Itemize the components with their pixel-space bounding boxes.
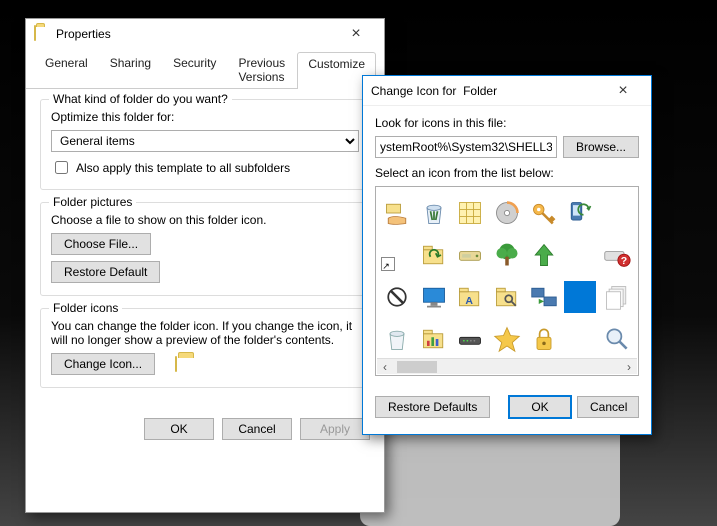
close-icon[interactable]: ×	[603, 82, 643, 100]
group-folder-pictures: Folder pictures Choose a file to show on…	[40, 202, 370, 296]
properties-button-row: OK Cancel Apply	[26, 410, 384, 448]
choose-file-button[interactable]: Choose File...	[51, 233, 151, 255]
legend-kind: What kind of folder do you want?	[49, 92, 232, 106]
icon-list[interactable]: ? A ‹ ›	[375, 186, 639, 376]
change-icon-button[interactable]: Change Icon...	[51, 353, 155, 375]
magnifier-icon[interactable]	[601, 323, 633, 355]
svg-text:A: A	[466, 295, 474, 307]
browse-button[interactable]: Browse...	[563, 136, 639, 158]
cancel-button[interactable]: Cancel	[222, 418, 292, 440]
restore-defaults-button[interactable]: Restore Defaults	[375, 396, 490, 418]
lock-icon[interactable]	[528, 323, 560, 355]
tab-sharing[interactable]: Sharing	[99, 51, 162, 88]
drive-help-icon[interactable]: ?	[601, 239, 633, 271]
group-folder-kind: What kind of folder do you want? Optimiz…	[40, 99, 370, 190]
folder-sync-icon[interactable]	[418, 239, 450, 271]
scroll-thumb[interactable]	[397, 361, 437, 373]
scroll-left-icon[interactable]: ‹	[377, 359, 393, 375]
change-icon-titlebar[interactable]: Change Icon for Folder ×	[363, 76, 651, 106]
tab-general[interactable]: General	[34, 51, 99, 88]
folder-icon	[34, 26, 50, 42]
optimize-label: Optimize this folder for:	[51, 110, 359, 124]
restore-default-button[interactable]: Restore Default	[51, 261, 160, 283]
properties-titlebar[interactable]: Properties ×	[26, 19, 384, 49]
selected-blue-icon[interactable]	[564, 281, 596, 313]
star-favorite-icon[interactable]	[491, 323, 523, 355]
display-blue-icon[interactable]	[418, 281, 450, 313]
recycle-empty-icon[interactable]	[381, 323, 413, 355]
properties-title: Properties	[56, 27, 336, 41]
tab-previous-versions[interactable]: Previous Versions	[227, 51, 297, 88]
also-apply-label: Also apply this template to all subfolde…	[76, 161, 290, 175]
current-folder-icon	[175, 357, 177, 371]
blank-icon[interactable]	[564, 323, 596, 355]
optimize-select[interactable]: General items	[51, 130, 359, 152]
network-device-icon[interactable]	[454, 323, 486, 355]
also-apply-checkbox[interactable]: Also apply this template to all subfolde…	[51, 158, 359, 177]
change-icon-title: Change Icon for Folder	[371, 84, 603, 98]
also-apply-input[interactable]	[55, 161, 68, 174]
tree-icon[interactable]	[491, 239, 523, 271]
svg-text:?: ?	[620, 255, 626, 267]
shortcut-overlay-icon[interactable]	[381, 239, 413, 271]
icon-path-input[interactable]	[375, 136, 557, 158]
disc-media-icon[interactable]	[491, 197, 523, 229]
chart-folder-icon[interactable]	[418, 323, 450, 355]
key-icon[interactable]	[528, 197, 560, 229]
legend-icons: Folder icons	[49, 301, 122, 315]
documents-stack-icon[interactable]	[601, 281, 633, 313]
dialog-ok-button[interactable]: OK	[509, 396, 571, 418]
icon-scrollbar[interactable]: ‹ ›	[377, 358, 637, 374]
drive-icon[interactable]	[454, 239, 486, 271]
change-icon-button-row: Restore Defaults OK Cancel	[363, 386, 651, 428]
grid-view-icon[interactable]	[454, 197, 486, 229]
look-for-label: Look for icons in this file:	[375, 116, 639, 130]
folder-search-icon[interactable]	[491, 281, 523, 313]
change-icon-body: Look for icons in this file: Browse... S…	[363, 106, 651, 386]
tab-security[interactable]: Security	[162, 51, 227, 88]
font-folder-icon[interactable]: A	[454, 281, 486, 313]
ok-button[interactable]: OK	[144, 418, 214, 440]
pictures-desc: Choose a file to show on this folder ico…	[51, 213, 359, 227]
legend-pictures: Folder pictures	[49, 195, 136, 209]
blank-icon[interactable]	[564, 239, 596, 271]
apply-button[interactable]: Apply	[300, 418, 370, 440]
recycle-bin-icon[interactable]	[418, 197, 450, 229]
group-folder-icons: Folder icons You can change the folder i…	[40, 308, 370, 388]
select-icon-label: Select an icon from the list below:	[375, 166, 639, 180]
hand-share-icon[interactable]	[381, 197, 413, 229]
dialog-cancel-button[interactable]: Cancel	[577, 396, 639, 418]
properties-window: Properties × General Sharing Security Pr…	[25, 18, 385, 513]
icons-desc: You can change the folder icon. If you c…	[51, 319, 359, 347]
blank-icon[interactable]	[601, 197, 633, 229]
stop-badge-icon[interactable]	[381, 281, 413, 313]
scroll-right-icon[interactable]: ›	[621, 359, 637, 375]
computer-transfer-icon[interactable]	[528, 281, 560, 313]
mobile-sync-icon[interactable]	[564, 197, 596, 229]
up-arrow-icon[interactable]	[528, 239, 560, 271]
change-icon-dialog: Change Icon for Folder × Look for icons …	[362, 75, 652, 435]
close-icon[interactable]: ×	[336, 25, 376, 43]
properties-body: What kind of folder do you want? Optimiz…	[26, 89, 384, 410]
tab-strip: General Sharing Security Previous Versio…	[26, 49, 384, 89]
